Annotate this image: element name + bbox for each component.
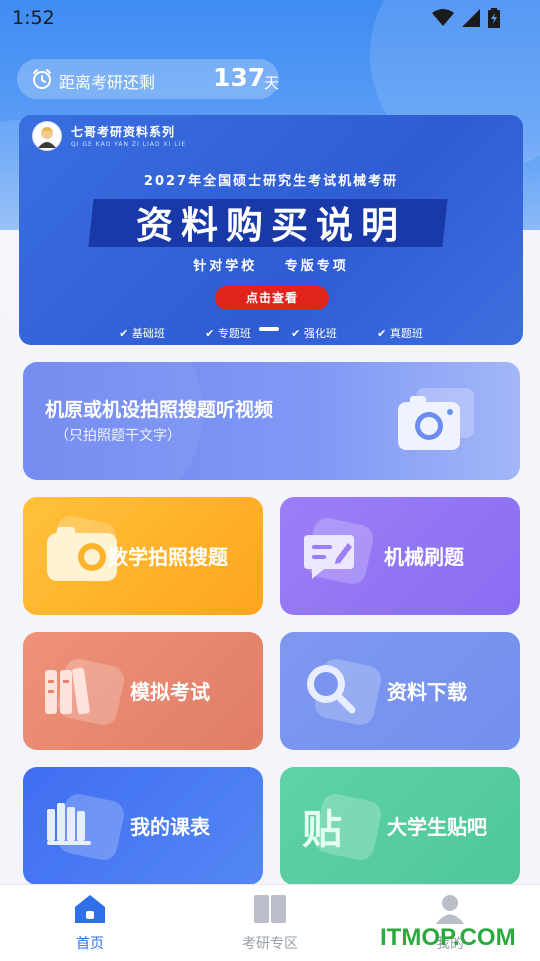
wifi-icon	[432, 9, 454, 26]
class-item: ✔ 基础班	[119, 327, 165, 340]
banner-tags: 针对学校 专版专项	[19, 255, 523, 274]
countdown-unit: 天	[264, 74, 280, 92]
exam-countdown: 距离考研还剩 137 天	[17, 59, 279, 99]
tile-my-schedule[interactable]: 我的课表	[23, 767, 263, 885]
book-icon	[254, 895, 286, 923]
banner-tag: 专版专项	[284, 259, 349, 274]
tile-college-forum[interactable]: 贴 大学生贴吧	[280, 767, 520, 885]
tile-materials-download[interactable]: 资料下载	[280, 632, 520, 750]
banner-tag: 针对学校	[193, 259, 258, 274]
battery-icon	[488, 8, 500, 28]
banner-brand-sub: QI GE KAO YAN ZI LIAO XI LIE	[71, 141, 187, 148]
photo-search-title: 机原或机设拍照搜题听视频	[45, 399, 274, 421]
alarm-clock-icon	[33, 69, 51, 89]
tile-mock-exam[interactable]: 模拟考试	[23, 632, 263, 750]
sticker-icon: 贴	[302, 807, 342, 853]
tile-label: 大学生贴吧	[387, 815, 487, 839]
banner-subtitle: 2027年全国硕士研究生考试机械考研	[143, 174, 399, 189]
class-item: ✔ 专题班	[205, 327, 251, 340]
promo-banner[interactable]: 七哥考研资料系列 QI GE KAO YAN ZI LIAO XI LIE 20…	[19, 115, 523, 345]
nav-label: 首页	[76, 936, 104, 952]
banner-title: 资料购买说明	[136, 204, 406, 247]
brand-avatar	[32, 121, 62, 151]
bookshelf-icon	[47, 803, 91, 845]
tile-label: 模拟考试	[130, 680, 210, 704]
banner-view-button[interactable]: 点击查看	[215, 286, 329, 310]
tile-math-photo-search[interactable]: 数学拍照搜题	[23, 497, 263, 615]
nav-label: 考研专区	[242, 936, 298, 952]
banner-brand: 七哥考研资料系列	[71, 125, 176, 139]
tile-label: 我的课表	[130, 815, 210, 839]
nav-exam-zone[interactable]: 考研专区	[210, 893, 330, 953]
class-item: ✔ 强化班	[291, 327, 337, 340]
tile-label: 资料下载	[387, 680, 467, 704]
watermark-text: ITMOP.COM	[380, 924, 516, 951]
nav-home[interactable]: 首页	[30, 893, 150, 953]
photo-search-subtitle: （只拍照题干文字）	[55, 428, 181, 444]
search-icon	[307, 665, 356, 714]
home-icon	[75, 895, 105, 923]
photo-search-card[interactable]: 机原或机设拍照搜题听视频 （只拍照题干文字）	[23, 362, 520, 480]
camera-icon	[47, 527, 117, 581]
message-edit-icon	[304, 535, 354, 579]
status-time: 1:52	[12, 7, 55, 29]
user-icon	[436, 895, 464, 924]
status-icons	[432, 8, 500, 28]
class-item: ✔ 真题班	[377, 327, 423, 340]
camera-icon	[398, 388, 474, 450]
tile-mechanical-practice[interactable]: 机械刷题	[280, 497, 520, 615]
tile-label: 机械刷题	[384, 545, 464, 569]
carousel-indicator	[259, 327, 279, 331]
countdown-label: 距离考研还剩	[59, 73, 156, 92]
countdown-days: 137	[213, 63, 266, 92]
books-icon	[45, 667, 90, 715]
status-bar: 1:52	[0, 0, 540, 36]
tile-label: 数学拍照搜题	[108, 545, 228, 569]
signal-icon	[462, 9, 480, 27]
